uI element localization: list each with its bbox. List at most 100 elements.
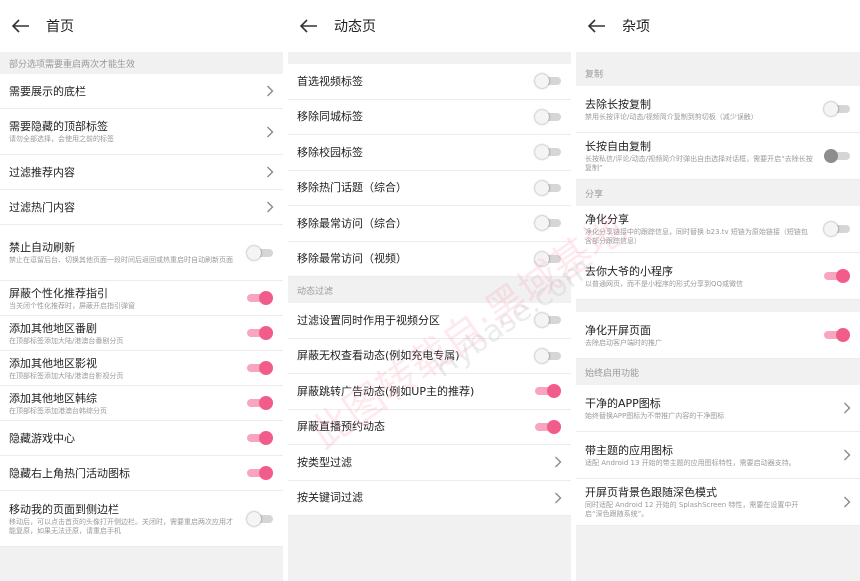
switch-knob	[259, 291, 273, 305]
toggle-setting-row[interactable]: 移除同城标签	[288, 99, 571, 135]
nav-setting-row[interactable]: 开屏页背景色跟随深色模式 同时适配 Android 12 开始的 SplashSc…	[576, 479, 860, 526]
chevron-right-icon	[555, 456, 562, 468]
toggle-switch[interactable]	[824, 328, 850, 342]
toggle-setting-row[interactable]: 净化分享净化分享链接中的跟踪信息，同时替换 b23.tv 短链为原始链接（短链包…	[576, 206, 860, 253]
toggle-setting-row[interactable]: 添加其他地区影视 在顶部标签添加大陆/港澳台影视分页	[0, 351, 283, 386]
toggle-switch[interactable]	[535, 251, 561, 266]
switch-knob	[535, 180, 549, 195]
toggle-switch[interactable]	[247, 396, 273, 410]
toggle-switch[interactable]	[247, 511, 273, 526]
toggle-setting-row[interactable]: 净化开屏页面 去除启动客户端时的推广	[576, 312, 860, 359]
nav-setting-row[interactable]: 过滤推荐内容	[0, 155, 283, 190]
chevron-right-icon	[267, 166, 274, 178]
toggle-setting-row[interactable]: 隐藏游戏中心	[0, 421, 283, 456]
nav-setting-row[interactable]: 需要展示的底栏	[0, 74, 283, 109]
toggle-setting-row[interactable]: 去你大爷的小程序 以普通网页，而不是小程序的形式分享到QQ或微信	[576, 253, 860, 300]
setting-description: 净化分享链接中的跟踪信息，同时替换 b23.tv 短链为原始链接（短链包含部分跟…	[585, 228, 808, 245]
toggle-setting-row[interactable]: 添加其他地区韩综 在顶部标签添加港澳台韩综分页	[0, 386, 283, 421]
switch-knob	[259, 466, 273, 480]
back-arrow-icon[interactable]	[12, 16, 32, 36]
setting-title: 净化开屏页面	[585, 323, 651, 337]
setting-title: 按关键词过滤	[297, 491, 363, 505]
toggle-setting-row[interactable]: 过滤设置同时作用于视频分区	[288, 303, 571, 339]
app-bar: 杂项	[576, 0, 860, 52]
toggle-setting-row[interactable]: 移除最常访问（综合）	[288, 206, 571, 242]
toggle-setting-row[interactable]: 移除最常访问（视频）	[288, 241, 571, 277]
toggle-switch[interactable]	[535, 313, 561, 328]
setting-description: 在顶部标签添加大陆/港澳台影视分页	[9, 371, 124, 380]
toggle-switch[interactable]	[535, 145, 561, 160]
toggle-switch[interactable]	[824, 102, 850, 116]
setting-title: 去你大爷的小程序	[585, 264, 673, 278]
toggle-switch[interactable]	[535, 74, 561, 89]
setting-title: 需要展示的底栏	[9, 84, 86, 98]
toggle-setting-row[interactable]: 添加其他地区番剧 在顶部标签添加大陆/港澳台番剧分页	[0, 316, 283, 351]
toggle-switch[interactable]	[247, 245, 273, 260]
toggle-switch[interactable]	[535, 216, 561, 231]
chevron-right-icon	[555, 492, 562, 504]
toggle-switch[interactable]	[824, 149, 850, 163]
page-title: 杂项	[622, 19, 650, 35]
setting-description: 移动后，可以点击首页的头像打开侧边栏。关闭时，需要重启两次应用才能复原，如果无法…	[9, 517, 233, 535]
spacer	[576, 52, 860, 60]
toggle-switch[interactable]	[535, 109, 561, 124]
toggle-setting-row[interactable]: 长按自由复制 长按私信/评论/动态/视频简介时弹出自由选择对话框，需要开启“去除长…	[576, 133, 860, 180]
setting-title: 禁止自动刷新	[9, 241, 75, 254]
nav-setting-row[interactable]: 过滤热门内容	[0, 190, 283, 225]
toggle-switch[interactable]	[535, 348, 561, 363]
misc-settings-panel: 杂项 复制 去除长按复制 禁用长按评论/动态/视频简介复制到剪切板（减少误触） 长按自…	[576, 0, 860, 581]
setting-title: 按类型过滤	[297, 455, 352, 469]
toggle-setting-row[interactable]: 移除校园标签	[288, 135, 571, 171]
setting-title: 过滤推荐内容	[9, 165, 75, 179]
dynamic-settings-panel: 动态页 首选视频标签 移除同城标签 移除校园标签 移除热门话题（综合） 移除最常访问（综…	[288, 0, 571, 581]
nav-setting-row[interactable]: 按关键词过滤	[288, 480, 571, 516]
setting-title: 添加其他地区影视	[9, 356, 97, 370]
back-arrow-icon[interactable]	[300, 16, 320, 36]
toggle-switch[interactable]	[247, 431, 273, 445]
nav-setting-row[interactable]: 需要隐藏的顶部标签 请勿全部选择，会使用之前的标签	[0, 109, 283, 155]
setting-title: 净化分享	[585, 213, 629, 226]
toggle-setting-row[interactable]: 首选视频标签	[288, 64, 571, 100]
setting-description: 长按私信/评论/动态/视频简介时弹出自由选择对话框，需要开启“去除长按复制”	[585, 155, 813, 172]
switch-knob	[547, 419, 561, 434]
nav-setting-row[interactable]: 带主题的应用图标 适配 Android 13 开始的带主题的应用图标特性，需要启动…	[576, 432, 860, 479]
toggle-setting-row[interactable]: 屏蔽直播预约动态	[288, 409, 571, 445]
spacer	[288, 52, 571, 64]
toggle-switch[interactable]	[535, 180, 561, 195]
setting-title: 移除最常访问（视频）	[297, 252, 407, 266]
toggle-switch[interactable]	[824, 222, 850, 236]
toggle-setting-row[interactable]: 移动我的页面到侧边栏 移动后，可以点击首页的头像打开侧边栏。关闭时，需要重启两次应…	[0, 491, 283, 547]
toggle-switch[interactable]	[247, 291, 273, 305]
switch-knob	[824, 102, 838, 116]
switch-knob	[247, 245, 261, 260]
toggle-setting-row[interactable]: 屏蔽无权查看动态(例如充电专属)	[288, 338, 571, 374]
switch-knob	[836, 269, 850, 283]
back-arrow-icon[interactable]	[588, 16, 608, 36]
toggle-setting-row[interactable]: 屏蔽跳转广告动态(例如UP主的推荐)	[288, 374, 571, 410]
switch-knob	[535, 145, 549, 160]
switch-knob	[836, 328, 850, 342]
switch-knob	[259, 361, 273, 375]
nav-setting-row[interactable]: 按类型过滤	[288, 445, 571, 481]
toggle-switch[interactable]	[824, 269, 850, 283]
setting-description: 请勿全部选择，会使用之前的标签	[9, 135, 114, 143]
toggle-switch[interactable]	[535, 384, 561, 399]
setting-description: 去除启动客户端时的推广	[585, 338, 662, 347]
setting-title: 干净的APP图标	[585, 396, 661, 410]
toggle-setting-row[interactable]: 去除长按复制 禁用长按评论/动态/视频简介复制到剪切板（减少误触）	[576, 86, 860, 133]
nav-setting-row[interactable]: 干净的APP图标 始终替换APP图标为不带推广内容的干净图标	[576, 385, 860, 432]
chevron-right-icon	[844, 449, 851, 461]
setting-description: 在顶部标签添加大陆/港澳台番剧分页	[9, 336, 124, 345]
toggle-setting-row[interactable]: 屏蔽个性化推荐指引 当关闭个性化推荐时，屏蔽开启指引弹窗	[0, 281, 283, 316]
toggle-setting-row[interactable]: 隐藏右上角热门活动图标	[0, 456, 283, 491]
toggle-switch[interactable]	[535, 419, 561, 434]
toggle-setting-row[interactable]: 移除热门话题（综合）	[288, 170, 571, 206]
toggle-switch[interactable]	[247, 326, 273, 340]
toggle-setting-row[interactable]: 禁止自动刷新 禁止在逗留后台、切换其他页面一段时间后返回或热重启时自动刷新页面	[0, 225, 283, 281]
toggle-switch[interactable]	[247, 361, 273, 375]
setting-title: 屏蔽直播预约动态	[297, 420, 385, 434]
app-bar: 首页	[0, 0, 283, 52]
switch-knob	[247, 511, 261, 526]
toggle-switch[interactable]	[247, 466, 273, 480]
setting-description: 当关闭个性化推荐时，屏蔽开启指引弹窗	[9, 301, 135, 310]
